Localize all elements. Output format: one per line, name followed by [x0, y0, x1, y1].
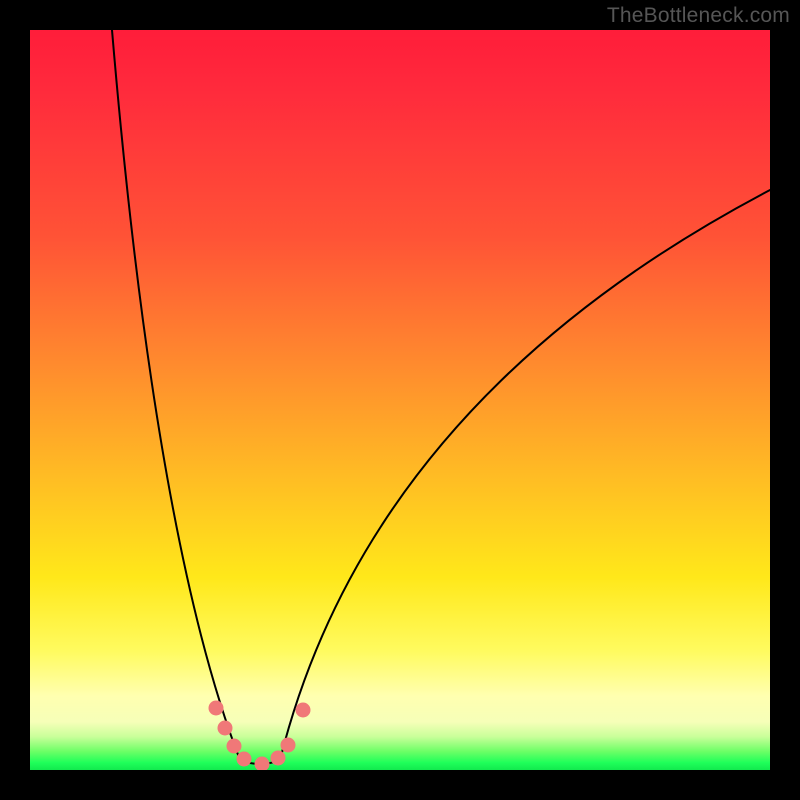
valley-marker [237, 752, 252, 767]
valley-marker [218, 721, 233, 736]
valley-marker [281, 738, 296, 753]
valley-marker [255, 757, 270, 771]
valley-marker [271, 751, 286, 766]
chart-frame: TheBottleneck.com [0, 0, 800, 800]
valley-marker [209, 701, 224, 716]
plot-area [30, 30, 770, 770]
valley-marker [227, 739, 242, 754]
curve-valley-floor [240, 760, 280, 764]
curve-right-branch [280, 190, 770, 760]
valley-markers [209, 701, 311, 771]
valley-marker [296, 703, 311, 718]
curve-left-branch [112, 30, 240, 760]
watermark-text: TheBottleneck.com [607, 4, 790, 28]
bottleneck-curve [112, 30, 770, 764]
curve-svg [30, 30, 770, 770]
